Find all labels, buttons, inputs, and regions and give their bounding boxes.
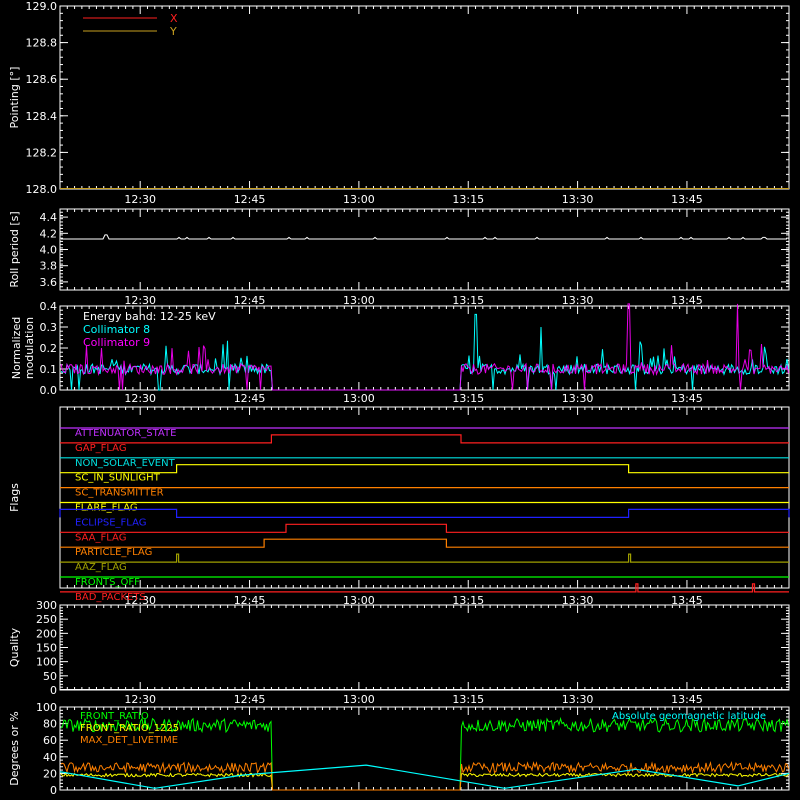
panel-frame-4 (59, 604, 790, 691)
x-tick-label: 12:30 (124, 693, 156, 706)
roll-period-line (61, 234, 787, 240)
x-tick-label: 13:15 (452, 193, 484, 206)
y-tick-label: 50 (43, 670, 57, 683)
legend-label: Y (169, 25, 177, 38)
flag-label: SC_TRANSMITTER (75, 488, 164, 499)
x-tick-label: 13:45 (671, 294, 703, 307)
x-tick-label: 13:30 (562, 294, 594, 307)
y-axis-label: Degrees or % (8, 711, 21, 785)
energy-band-annotation: Energy band: 12-25 keV (83, 310, 216, 323)
y-tick-label: 0.4 (40, 300, 58, 313)
y-tick-label: 250 (36, 613, 57, 626)
y-tick-label: 100 (36, 701, 57, 714)
legend-label: FRONT_RATIO (80, 711, 149, 722)
y-tick-label: 0.3 (40, 321, 58, 334)
y-tick-label: 4.4 (40, 211, 58, 224)
x-tick-label: 13:30 (562, 392, 594, 405)
y-tick-label: 128.8 (26, 37, 58, 50)
y-tick-label: 100 (36, 656, 57, 669)
x-tick-label: 12:30 (124, 294, 156, 307)
y-axis-label: Normalized (10, 317, 23, 379)
y-tick-label: 3.8 (40, 260, 58, 273)
x-tick-label: 12:30 (124, 193, 156, 206)
x-tick-label: 13:45 (671, 392, 703, 405)
flag-trace-saa-flag (60, 523, 789, 533)
y-tick-label: 300 (36, 599, 57, 612)
y-tick-label: 4.2 (40, 227, 58, 240)
x-tick-label: 13:45 (671, 693, 703, 706)
y-axis-label: Quality (8, 627, 21, 667)
y-tick-label: 80 (43, 718, 57, 731)
y-axis-label: Flags (8, 483, 21, 512)
y-tick-label: 0 (50, 784, 57, 797)
flag-trace-aaz-flag (60, 553, 789, 563)
flag-trace-particle-flag (60, 538, 789, 548)
x-tick-label: 13:00 (343, 693, 375, 706)
legend-label: FRONT_RATIO_1225 (80, 723, 179, 734)
y-tick-label: 0.2 (40, 342, 58, 355)
legend-label: Absolute geomagnetic latitude (612, 711, 766, 722)
y-axis-label: Roll period [s] (8, 211, 21, 287)
x-tick-label: 13:15 (452, 392, 484, 405)
y-tick-label: 128.4 (26, 110, 58, 123)
flag-label: GAP_FLAG (75, 443, 127, 454)
x-tick-label: 13:00 (343, 294, 375, 307)
flag-label: ECLIPSE_FLAG (75, 517, 146, 528)
flag-label: BAD_PACKETS (75, 592, 146, 603)
x-tick-label: 12:45 (234, 294, 266, 307)
flag-label: ATTENUATOR_STATE (75, 428, 176, 439)
legend-label: MAX_DET_LIVETIME (80, 735, 178, 746)
y-tick-label: 128.0 (26, 183, 58, 196)
y-tick-label: 20 (43, 767, 57, 780)
y-tick-label: 0 (50, 684, 57, 697)
panel-frame-1 (59, 208, 790, 291)
flag-label: NON_SOLAR_EVENT (75, 458, 176, 469)
x-tick-label: 13:15 (452, 693, 484, 706)
flag-label: PARTICLE_FLAG (75, 547, 152, 558)
y-tick-label: 3.6 (40, 276, 58, 289)
x-tick-label: 12:45 (234, 392, 266, 405)
modulation-collimator-8-line (60, 313, 789, 391)
y-tick-label: 4.0 (40, 244, 58, 257)
flag-label: FRONTS_OFF (75, 577, 140, 588)
legend-label: Collimator 9 (83, 336, 150, 349)
flag-label: FLARE_FLAG (75, 503, 138, 514)
flag-label: SAA_FLAG (75, 532, 126, 543)
x-tick-label: 13:30 (562, 693, 594, 706)
y-tick-label: 150 (36, 642, 57, 655)
x-tick-label: 13:45 (671, 193, 703, 206)
y-axis-label: modulation (23, 317, 36, 379)
x-tick-label: 12:45 (234, 193, 266, 206)
y-tick-label: 128.6 (26, 73, 58, 86)
y-tick-label: 0.1 (40, 363, 58, 376)
x-tick-label: 13:00 (343, 392, 375, 405)
y-axis-label: Pointing [°] (8, 67, 21, 129)
timeline-figure: 12:30 12:45 13:00 13:15 13:30 13:45 128.0 128.2… (8, 0, 790, 797)
flag-label: AAZ_FLAG (75, 562, 127, 573)
x-tick-label: 12:45 (234, 693, 266, 706)
y-tick-label: 60 (43, 734, 57, 747)
y-tick-label: 40 (43, 751, 57, 764)
y-tick-label: 0.0 (40, 384, 58, 397)
y-tick-label: 129.0 (26, 0, 58, 13)
x-tick-label: 13:15 (452, 294, 484, 307)
legend-label: X (170, 12, 178, 25)
y-tick-label: 128.2 (26, 146, 58, 159)
x-tick-label: 12:30 (124, 392, 156, 405)
flag-label: SC_IN_SUNLIGHT (75, 473, 161, 484)
legend-label: Collimator 8 (83, 323, 150, 336)
flag-trace-eclipse-flag (59, 508, 790, 518)
x-tick-label: 13:30 (562, 193, 594, 206)
x-tick-label: 13:00 (343, 193, 375, 206)
y-tick-label: 200 (36, 627, 57, 640)
